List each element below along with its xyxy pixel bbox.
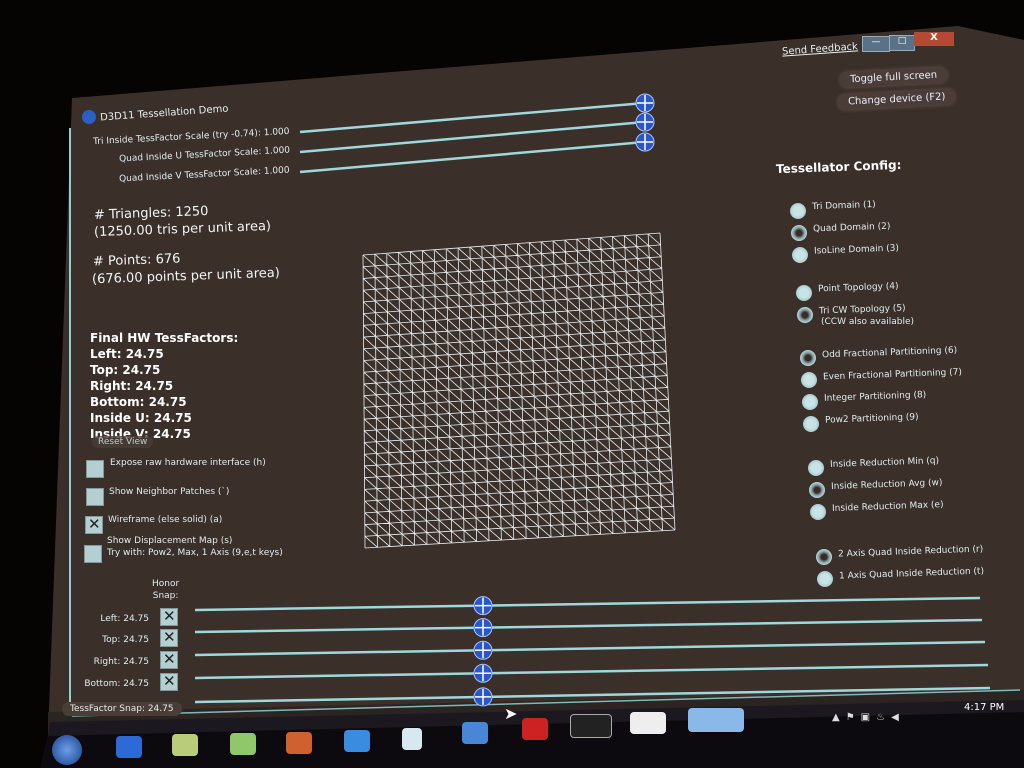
tessellated-mesh [362, 232, 676, 549]
internet-explorer-icon[interactable] [116, 736, 142, 758]
config-radio[interactable] [801, 372, 817, 388]
folder-icon[interactable] [230, 733, 256, 755]
steam-icon[interactable] [402, 728, 422, 750]
wireframe-lines [362, 232, 676, 549]
config-option-sub: (CCW also available) [821, 317, 915, 327]
tessellation-demo-taskbar-button[interactable] [688, 708, 744, 732]
config-radio[interactable] [808, 460, 824, 476]
config-radio[interactable] [817, 571, 833, 587]
start-button[interactable] [52, 735, 82, 765]
config-radio[interactable] [800, 350, 816, 366]
config-radio[interactable] [790, 203, 806, 219]
media-icon[interactable] [344, 730, 370, 752]
app-icon-taskbar[interactable] [286, 732, 312, 754]
config-radio[interactable] [797, 307, 813, 323]
config-radio[interactable] [796, 285, 812, 301]
config-radio[interactable] [809, 482, 825, 498]
config-radio[interactable] [791, 225, 807, 241]
app-icon-taskbar[interactable] [172, 734, 198, 756]
config-radio[interactable] [803, 416, 819, 432]
photo-of-screen: D3D11 Tessellation Demo Send Feedback — … [0, 0, 1024, 768]
config-radio[interactable] [816, 549, 832, 565]
command-prompt-icon[interactable] [570, 714, 612, 738]
mouse-cursor-icon: ➤ [504, 704, 518, 723]
document-icon[interactable] [630, 712, 666, 734]
network-icon[interactable] [462, 722, 488, 744]
pdf-icon[interactable] [522, 718, 548, 740]
config-radio[interactable] [810, 504, 826, 520]
config-radio[interactable] [802, 394, 818, 410]
config-radio[interactable] [792, 247, 808, 263]
taskbar-clock: 4:17 PM [964, 702, 1005, 713]
system-tray-icons: ▲⚑▣♨◀ [832, 712, 905, 723]
